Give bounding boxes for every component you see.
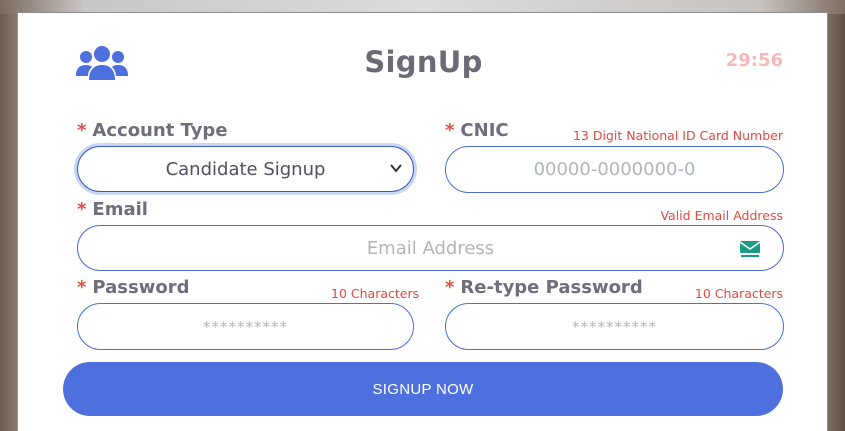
retype-password-hint: 10 Characters (694, 286, 783, 301)
cnic-hint: 13 Digit National ID Card Number (572, 128, 783, 143)
cnic-label: * CNIC (445, 120, 509, 141)
account-type-selected: Candidate Signup (165, 158, 326, 180)
email-label: * Email (77, 199, 148, 220)
cnic-placeholder: 00000-0000000-0 (533, 159, 696, 180)
password-label-text: Password (92, 277, 190, 298)
password-label: * Password (77, 277, 189, 298)
retype-password-input[interactable]: ********** (445, 303, 784, 350)
account-type-select[interactable]: Candidate Signup (77, 146, 414, 192)
required-mark: * (77, 277, 87, 298)
required-mark: * (445, 277, 455, 298)
required-mark: * (445, 120, 455, 141)
signup-card: SignUp 29:56 * Account Type Candidate Sig… (17, 12, 828, 431)
cnic-input[interactable]: 00000-0000000-0 (445, 146, 784, 193)
signup-now-button[interactable]: SIGNUP NOW (63, 362, 783, 416)
email-hint: Valid Email Address (660, 208, 783, 223)
chevron-down-icon (390, 164, 402, 173)
retype-password-label-text: Re-type Password (460, 277, 643, 298)
password-input[interactable]: ********** (77, 303, 414, 350)
password-placeholder: ********** (203, 317, 288, 336)
required-mark: * (77, 199, 87, 220)
email-input[interactable]: Email Address (77, 225, 784, 271)
email-label-text: Email (92, 199, 148, 220)
password-hint: 10 Characters (331, 286, 420, 301)
retype-password-label: * Re-type Password (445, 277, 643, 298)
mail-icon[interactable] (739, 240, 761, 258)
required-mark: * (77, 120, 87, 141)
cnic-label-text: CNIC (460, 120, 509, 141)
page-title: SignUp (364, 45, 483, 79)
account-type-label-text: Account Type (92, 120, 228, 141)
account-type-label: * Account Type (77, 120, 228, 141)
countdown-timer: 29:56 (725, 50, 783, 71)
retype-password-placeholder: ********** (572, 317, 657, 336)
email-placeholder: Email Address (366, 237, 495, 259)
